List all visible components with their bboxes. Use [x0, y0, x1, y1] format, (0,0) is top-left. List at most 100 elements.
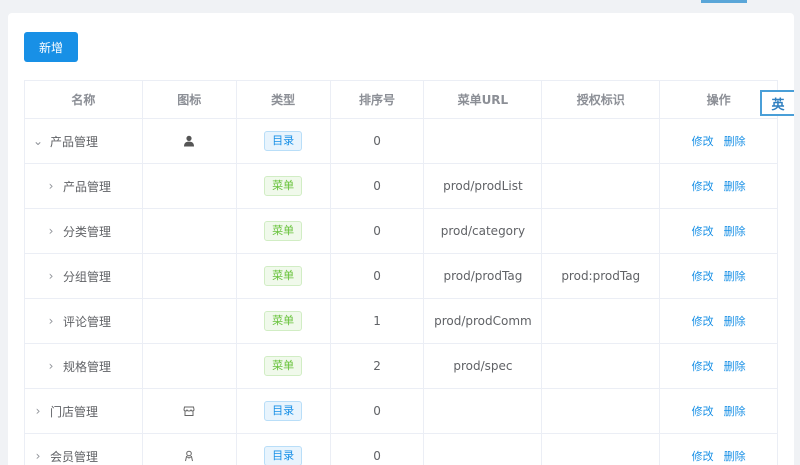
type-tag: 目录 — [264, 401, 303, 421]
cell-type: 目录 — [237, 434, 331, 465]
cell-type: 菜单 — [236, 254, 331, 299]
header-name: 名称 — [25, 81, 143, 119]
edit-button[interactable]: 修改 — [692, 268, 714, 284]
cell-name: ⌄ 产品管理 — [25, 119, 143, 164]
cell-order: 0 — [331, 434, 425, 465]
chevron-right-icon[interactable]: › — [32, 449, 44, 463]
cell-order: 0 — [330, 389, 425, 434]
delete-button[interactable]: 删除 — [724, 178, 746, 194]
table-row: › 产品管理 菜单 0 prod/prodList 修改 删除 — [25, 164, 779, 209]
row-name: 产品管理 — [50, 134, 99, 149]
cell-order: 0 — [330, 254, 425, 299]
delete-button[interactable]: 删除 — [724, 223, 746, 239]
table-row: › 会员管理 目录 0 修改 删除 — [25, 434, 778, 465]
cell-name: › 产品管理 — [25, 164, 143, 209]
cell-name: › 门店管理 — [25, 389, 143, 434]
cell-perm — [542, 389, 661, 434]
cell-perm: prod:prodTag — [542, 254, 661, 299]
shop-icon — [183, 405, 195, 417]
cell-type: 菜单 — [236, 209, 331, 254]
type-tag: 菜单 — [264, 266, 303, 286]
cell-icon — [143, 434, 237, 465]
type-tag: 目录 — [264, 446, 303, 465]
chevron-down-icon[interactable]: ⌄ — [32, 134, 44, 148]
cell-perm — [542, 344, 661, 389]
cell-url: prod/prodList — [424, 164, 543, 209]
chevron-right-icon[interactable]: › — [45, 359, 57, 373]
row-name: 规格管理 — [63, 359, 112, 374]
chevron-right-icon[interactable]: › — [45, 314, 57, 328]
delete-button[interactable]: 删除 — [724, 448, 746, 464]
chevron-right-icon[interactable]: › — [45, 269, 57, 283]
delete-button[interactable]: 删除 — [724, 403, 746, 419]
row-name: 产品管理 — [63, 179, 112, 194]
row-name: 门店管理 — [50, 404, 99, 419]
header-icon: 图标 — [142, 81, 237, 119]
member-icon — [183, 450, 195, 462]
edit-button[interactable]: 修改 — [692, 178, 714, 194]
edit-button[interactable]: 修改 — [692, 133, 714, 149]
edit-button[interactable]: 修改 — [692, 223, 714, 239]
edit-button[interactable]: 修改 — [692, 448, 714, 464]
content-card: 新增 名称 图标 类型 排序号 菜单URL 授权标识 操作 ⌄ 产品管理 目录 0 修改… — [8, 13, 794, 465]
cell-type: 目录 — [236, 119, 331, 164]
cell-perm — [542, 209, 661, 254]
cell-icon — [142, 164, 237, 209]
cell-name: › 会员管理 — [25, 434, 143, 465]
table-row: › 规格管理 菜单 2 prod/spec 修改 删除 — [25, 344, 779, 389]
table-body: ⌄ 产品管理 目录 0 修改 删除 › 产品管理 菜单 0 prod/prodList 修改 删除 › 分类… — [25, 119, 779, 465]
table-row: ⌄ 产品管理 目录 0 修改 删除 — [25, 119, 778, 164]
cell-name: › 分类管理 — [25, 209, 143, 254]
delete-button[interactable]: 删除 — [724, 358, 746, 374]
cell-icon — [142, 389, 237, 434]
cell-perm — [542, 299, 661, 344]
cell-url — [424, 119, 543, 164]
header-url: 菜单URL — [424, 81, 543, 119]
delete-button[interactable]: 删除 — [724, 268, 746, 284]
cell-actions: 修改 删除 — [660, 164, 779, 209]
header-perm: 授权标识 — [542, 81, 661, 119]
delete-button[interactable]: 删除 — [724, 313, 746, 329]
row-name: 分组管理 — [63, 269, 112, 284]
cell-icon — [142, 209, 237, 254]
edit-button[interactable]: 修改 — [692, 358, 714, 374]
chevron-right-icon[interactable]: › — [45, 224, 57, 238]
table-row: › 分组管理 菜单 0 prod/prodTag prod:prodTag 修改 删除 — [25, 254, 779, 299]
user-icon — [183, 135, 195, 147]
header-type: 类型 — [236, 81, 331, 119]
cell-order: 2 — [330, 344, 425, 389]
cell-actions: 修改 删除 — [660, 299, 779, 344]
cell-url — [424, 389, 543, 434]
cell-actions: 修改 删除 — [660, 209, 779, 254]
delete-button[interactable]: 删除 — [724, 133, 746, 149]
row-name: 分类管理 — [63, 224, 112, 239]
cell-type: 目录 — [236, 389, 331, 434]
cell-name: › 评论管理 — [25, 299, 143, 344]
cell-icon — [142, 344, 237, 389]
cell-actions: 修改 删除 — [660, 254, 779, 299]
chevron-right-icon[interactable]: › — [45, 179, 57, 193]
header-order: 排序号 — [330, 81, 425, 119]
add-button[interactable]: 新增 — [24, 32, 78, 62]
edit-button[interactable]: 修改 — [692, 403, 714, 419]
language-toggle[interactable]: 英 — [760, 90, 794, 116]
table-row: › 评论管理 菜单 1 prod/prodComm 修改 删除 — [25, 299, 779, 344]
top-nav-active-indicator — [701, 0, 747, 3]
type-tag: 菜单 — [264, 356, 303, 376]
cell-name: › 分组管理 — [25, 254, 143, 299]
cell-order: 0 — [330, 209, 425, 254]
cell-icon — [142, 299, 237, 344]
cell-order: 1 — [330, 299, 425, 344]
cell-url: prod/prodComm — [424, 299, 543, 344]
type-tag: 菜单 — [264, 311, 303, 331]
cell-type: 菜单 — [236, 164, 331, 209]
cell-icon — [142, 119, 237, 164]
type-tag: 目录 — [264, 131, 303, 151]
cell-order: 0 — [330, 164, 425, 209]
table-row: › 分类管理 菜单 0 prod/category 修改 删除 — [25, 209, 779, 254]
cell-type: 菜单 — [236, 344, 331, 389]
chevron-right-icon[interactable]: › — [32, 404, 44, 418]
edit-button[interactable]: 修改 — [692, 313, 714, 329]
table-header: 名称 图标 类型 排序号 菜单URL 授权标识 操作 — [25, 81, 778, 119]
cell-perm — [542, 434, 661, 465]
